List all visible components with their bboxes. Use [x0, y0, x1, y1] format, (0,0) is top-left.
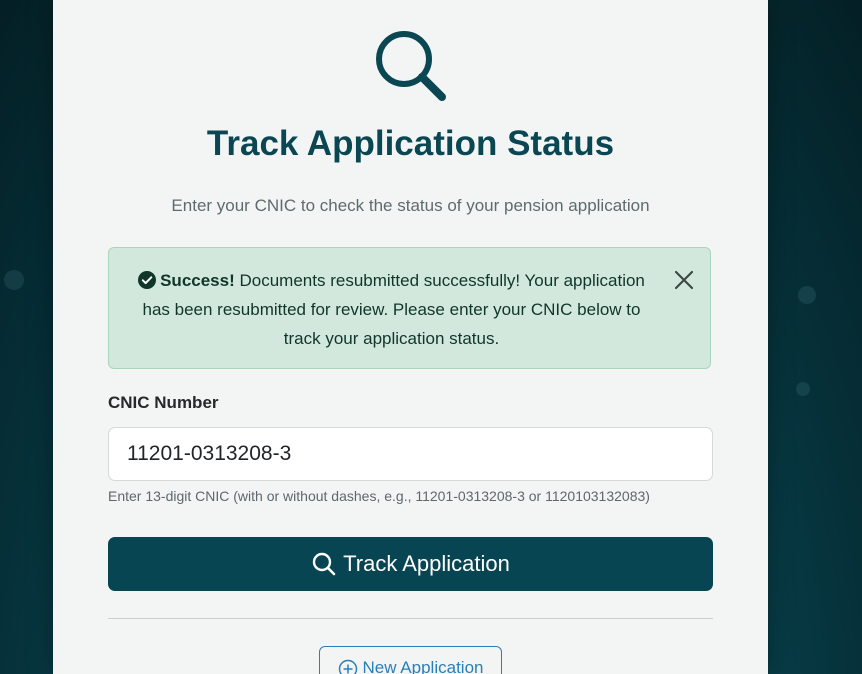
track-application-button[interactable]: Track Application [108, 537, 713, 591]
background-bokeh [4, 270, 24, 290]
close-icon[interactable] [672, 268, 696, 292]
search-icon [312, 552, 336, 576]
page-subtitle: Enter your CNIC to check the status of y… [171, 196, 650, 215]
divider [108, 618, 713, 619]
check-circle-icon [138, 271, 157, 289]
background-bokeh [798, 286, 816, 304]
search-icon [376, 31, 446, 101]
track-status-card: Track Application Status Enter your CNIC… [53, 0, 768, 674]
new-application-label: New Application [362, 658, 484, 674]
plus-circle-icon [338, 659, 357, 674]
cnic-input[interactable] [108, 427, 713, 481]
cnic-label: CNIC Number [108, 393, 219, 412]
page-title: Track Application Status [206, 124, 615, 163]
cnic-help-text: Enter 13-digit CNIC (with or without das… [108, 488, 650, 504]
track-application-label: Track Application [343, 551, 510, 576]
new-application-button[interactable]: New Application [319, 646, 502, 674]
success-alert: Success! Documents resubmitted successfu… [108, 247, 711, 369]
alert-strong-text: Success! [160, 271, 235, 290]
background-bokeh [796, 382, 810, 396]
